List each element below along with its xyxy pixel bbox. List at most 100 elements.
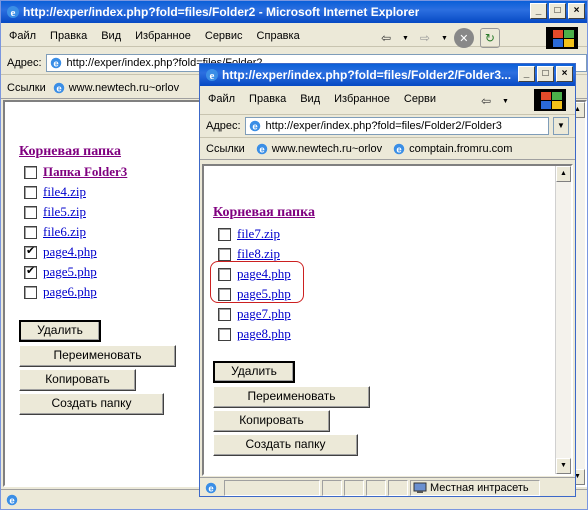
status-zone: Местная интрасеть <box>410 479 540 496</box>
front-browser-window: e http://exper/index.php?fold=files/Fold… <box>199 63 576 497</box>
svg-text:e: e <box>252 122 258 133</box>
svg-text:e: e <box>259 144 265 155</box>
create-folder-button[interactable]: Создать папку <box>19 393 164 415</box>
list-item: page4.php <box>24 244 97 260</box>
item-checkbox[interactable] <box>24 185 37 199</box>
back-title-bar[interactable]: e http://exper/index.php?fold=files/Fold… <box>1 1 587 23</box>
rename-button[interactable]: Переименовать <box>19 345 176 367</box>
intranet-icon <box>413 482 427 493</box>
address-label: Адрес: <box>206 120 241 132</box>
copy-button[interactable]: Копировать <box>19 369 136 391</box>
list-item: file8.zip <box>218 246 280 262</box>
highlight-annotation <box>210 261 304 303</box>
refresh-icon[interactable]: ↻ <box>479 28 500 48</box>
file-link[interactable]: file7.zip <box>237 226 280 242</box>
page-icon: e <box>50 57 61 69</box>
status-cell <box>366 479 386 496</box>
item-checkbox-checked[interactable] <box>24 244 37 259</box>
close-button[interactable]: × <box>556 66 573 82</box>
ie-link-icon: e <box>256 143 267 155</box>
menu-tools[interactable]: Сервис <box>205 30 243 42</box>
file-link[interactable]: page7.php <box>237 306 291 322</box>
item-checkbox[interactable] <box>24 225 37 239</box>
menu-edit[interactable]: Правка <box>249 93 286 105</box>
item-checkbox[interactable] <box>24 285 37 299</box>
list-item: page6.php <box>24 284 97 300</box>
menu-view[interactable]: Вид <box>300 93 320 105</box>
item-checkbox[interactable] <box>24 165 37 179</box>
item-checkbox-checked[interactable] <box>24 264 37 279</box>
minimize-button[interactable]: _ <box>530 3 547 19</box>
address-label: Адрес: <box>7 56 42 69</box>
status-page-icon: e <box>6 494 18 506</box>
close-button[interactable]: × <box>568 3 585 19</box>
scroll-up-icon[interactable]: ▲ <box>556 166 571 182</box>
item-checkbox[interactable] <box>218 227 231 241</box>
stop-icon[interactable]: ✕ <box>453 28 474 48</box>
list-item: page7.php <box>218 306 291 322</box>
svg-text:e: e <box>9 495 15 506</box>
minimize-button[interactable]: _ <box>518 66 535 82</box>
link-newtech[interactable]: e www.newtech.ru~orlov <box>52 81 179 95</box>
status-cell <box>344 479 364 496</box>
item-checkbox[interactable] <box>24 205 37 219</box>
front-scrollbar[interactable]: ▲ ▼ <box>555 166 571 474</box>
list-item: Папка Folder3 <box>24 164 127 180</box>
front-menu-bar: Файл Правка Вид Избранное Серви <box>200 88 485 110</box>
copy-button[interactable]: Копировать <box>213 410 330 432</box>
list-item: page8.php <box>218 326 291 342</box>
list-item: page5.php <box>24 264 97 280</box>
menu-file[interactable]: Файл <box>9 30 36 42</box>
menu-view[interactable]: Вид <box>101 30 121 42</box>
menu-favorites[interactable]: Избранное <box>334 93 390 105</box>
maximize-button[interactable]: □ <box>537 66 554 82</box>
file-link[interactable]: file8.zip <box>237 246 280 262</box>
menu-file[interactable]: Файл <box>208 93 235 105</box>
create-folder-button[interactable]: Создать папку <box>213 434 358 456</box>
menu-help[interactable]: Справка <box>257 30 300 42</box>
file-link[interactable]: file6.zip <box>43 224 86 240</box>
item-checkbox[interactable] <box>218 247 231 261</box>
root-folder-link[interactable]: Корневая папка <box>213 205 315 221</box>
page-icon: e <box>249 120 260 133</box>
forward-arrow-icon[interactable]: ⇨ <box>415 28 435 48</box>
list-item: file4.zip <box>24 184 86 200</box>
file-link[interactable]: page8.php <box>237 326 291 342</box>
root-folder-link[interactable]: Корневая папка <box>19 144 121 160</box>
folder-link[interactable]: Папка Folder3 <box>43 164 127 180</box>
status-cell <box>224 479 320 496</box>
svg-text:e: e <box>210 70 215 82</box>
item-checkbox[interactable] <box>218 327 231 341</box>
svg-text:e: e <box>396 144 402 155</box>
delete-button[interactable]: Удалить <box>19 320 101 342</box>
front-title-bar[interactable]: e http://exper/index.php?fold=files/Fold… <box>200 64 575 86</box>
menu-tools[interactable]: Серви <box>404 93 436 105</box>
file-link[interactable]: page4.php <box>43 244 97 260</box>
file-link[interactable]: file4.zip <box>43 184 86 200</box>
maximize-button[interactable]: □ <box>549 3 566 19</box>
link-comptain[interactable]: e comptain.fromru.com <box>392 142 512 156</box>
file-link[interactable]: page6.php <box>43 284 97 300</box>
ie-link-icon: e <box>53 82 64 94</box>
file-link[interactable]: page5.php <box>43 264 97 280</box>
menu-edit[interactable]: Правка <box>50 30 87 42</box>
address-input[interactable]: e http://exper/index.php?fold=files/Fold… <box>244 117 549 135</box>
windows-logo-icon <box>546 27 578 49</box>
delete-button[interactable]: Удалить <box>213 361 295 383</box>
svg-text:e: e <box>53 58 59 69</box>
back-arrow-icon[interactable]: ⇦ <box>376 28 396 48</box>
rename-button[interactable]: Переименовать <box>213 386 370 408</box>
menu-favorites[interactable]: Избранное <box>135 30 191 42</box>
svg-text:e: e <box>11 7 16 19</box>
file-link[interactable]: file5.zip <box>43 204 86 220</box>
ie-icon: e <box>7 6 19 19</box>
item-checkbox[interactable] <box>218 307 231 321</box>
scroll-down-icon[interactable]: ▼ <box>556 458 571 474</box>
status-page-icon: e <box>205 482 217 494</box>
links-label: Ссылки <box>206 142 245 155</box>
address-dropdown-icon[interactable]: ▼ <box>553 117 569 135</box>
link-newtech[interactable]: e www.newtech.ru~orlov <box>255 142 382 156</box>
front-links-bar: Ссылки e www.newtech.ru~orlov e comptain… <box>200 138 575 160</box>
back-arrow-icon[interactable]: ⇦ <box>476 91 496 111</box>
back-window-title: http://exper/index.php?fold=files/Folder… <box>23 5 420 19</box>
